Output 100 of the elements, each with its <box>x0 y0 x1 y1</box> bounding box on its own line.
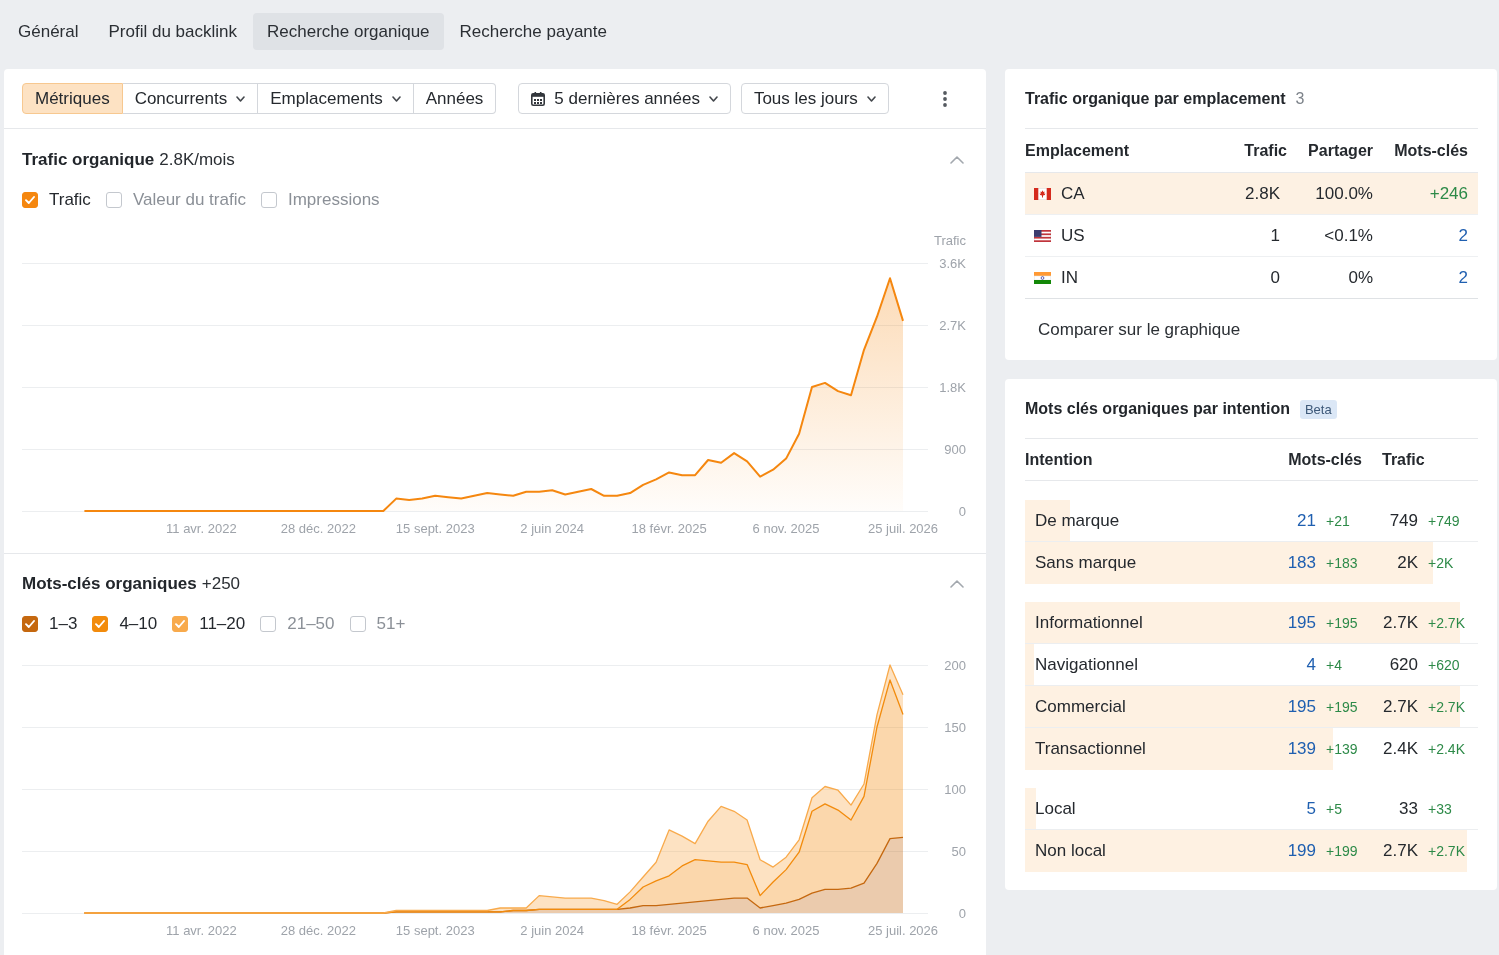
change-value: +195 <box>1325 614 1359 631</box>
axis-tick-label: 3.6K <box>939 255 966 271</box>
dropdown-button[interactable]: Concurrents <box>122 83 259 114</box>
beta-badge: Beta <box>1299 399 1337 419</box>
calendar-icon <box>531 91 546 106</box>
chevron-down-icon <box>236 95 246 102</box>
change-value: +2.7K <box>1427 698 1466 715</box>
table-cell-text: 1 <box>1269 225 1281 246</box>
checkbox[interactable] <box>22 616 38 632</box>
axis-tick-label: 15 sept. 2023 <box>395 521 475 536</box>
table-cell-text: Commercial <box>1035 696 1127 717</box>
checkbox[interactable] <box>22 192 38 208</box>
section-title: Trafic organique <box>22 150 155 170</box>
check-icon <box>25 620 35 628</box>
segment-button[interactable]: Métriques <box>22 83 123 114</box>
keyword-count-link[interactable]: 2 <box>1373 225 1468 246</box>
nav-tab[interactable]: Recherche payante <box>445 13 621 50</box>
column-header: Trafic <box>1243 141 1287 160</box>
axis-tick-label: 28 déc. 2022 <box>280 521 356 536</box>
change-value: +2.7K <box>1427 614 1466 631</box>
change-value: +183 <box>1325 555 1359 571</box>
change-value: +4 <box>1325 656 1343 673</box>
keyword-count-link[interactable]: 21 <box>1256 510 1316 531</box>
checkbox-label[interactable]: 4–10 <box>119 614 158 634</box>
checkbox[interactable] <box>105 192 122 208</box>
nav-tab[interactable]: Profil du backlink <box>94 13 251 50</box>
keyword-count-link[interactable]: 183 <box>1256 553 1316 573</box>
table-cell-text: Local <box>1035 798 1077 819</box>
column-header: Mots-clés <box>1287 450 1363 469</box>
chevron-down-icon <box>866 95 876 102</box>
checkbox-label[interactable]: 1–3 <box>49 614 78 634</box>
column-header: Trafic <box>1381 450 1426 469</box>
axis-tick-label: 0 <box>958 905 966 921</box>
checkbox[interactable] <box>172 616 189 632</box>
axis-tick-label: 18 févr. 2025 <box>631 521 707 536</box>
axis-tick-label: 28 déc. 2022 <box>280 923 356 938</box>
chevron-down-icon <box>391 95 401 102</box>
table-cell-text: 2.7K <box>1382 612 1418 633</box>
section-title: Mots-clés organiques <box>22 574 197 594</box>
checkbox[interactable] <box>92 616 109 632</box>
table-cell-text: 2.4K <box>1382 739 1418 759</box>
canada-flag-icon <box>1034 187 1051 200</box>
table-cell-text: <0.1% <box>1323 225 1373 246</box>
table-cell-text: 2K <box>1396 553 1418 573</box>
axis-tick-label: 15 sept. 2023 <box>395 923 475 938</box>
table-row[interactable]: CA 2.8K 100.0% +246 <box>1025 173 1478 215</box>
nav-tab[interactable]: Général <box>4 13 93 50</box>
checkbox[interactable] <box>349 616 366 632</box>
axis-tick-label: 25 juil. 2026 <box>867 521 939 536</box>
compare-button[interactable]: Comparer sur le graphique <box>1025 315 1254 345</box>
axis-tick-label: 0 <box>958 503 966 519</box>
axis-tick-label: 11 avr. 2022 <box>166 923 237 938</box>
table-row[interactable]: US 1 <0.1% 2 <box>1025 215 1478 257</box>
axis-tick-label: 18 févr. 2025 <box>631 923 707 938</box>
dropdown-button[interactable]: 5 dernières années <box>518 83 731 114</box>
keyword-count-link[interactable]: 195 <box>1256 612 1316 633</box>
table-row[interactable]: IN 0 0% 2 <box>1025 257 1478 299</box>
change-value: +620 <box>1427 656 1461 673</box>
table-cell-text: 33 <box>1398 798 1418 819</box>
table-cell: IN <box>1061 267 1078 288</box>
axis-tick-label: 25 juil. 2026 <box>867 923 939 938</box>
table-cell-text: 100.0% <box>1314 183 1373 204</box>
dropdown-button[interactable]: Tous les jours <box>740 83 889 114</box>
table-cell-text: Navigationnel <box>1035 654 1139 675</box>
table-cell-text: 620 <box>1388 654 1418 675</box>
change-value: +246 <box>1428 183 1468 204</box>
check-icon <box>95 620 106 628</box>
nav-tab[interactable]: Recherche organique <box>253 13 444 50</box>
chevron-up-icon[interactable] <box>950 156 964 164</box>
india-flag-icon <box>1034 271 1051 284</box>
column-header: Mots-clés <box>1393 141 1468 160</box>
axis-tick-label: 100 <box>944 781 966 797</box>
keyword-count-link[interactable]: 4 <box>1256 654 1316 675</box>
checkbox[interactable] <box>260 616 277 632</box>
keyword-count-link[interactable]: 195 <box>1256 696 1316 717</box>
axis-tick-label: 6 nov. 2025 <box>752 521 820 536</box>
change-value: +2K <box>1427 555 1455 571</box>
checkbox-label[interactable]: 11–20 <box>199 614 246 634</box>
checkbox[interactable] <box>260 192 277 208</box>
table-cell-text: 0 <box>1269 267 1281 288</box>
table-cell-text: 2.7K <box>1382 696 1418 717</box>
column-header: Partager <box>1307 141 1373 160</box>
column-header: Intention <box>1025 450 1094 469</box>
keyword-count-link[interactable]: 199 <box>1256 841 1316 861</box>
panel-title: Trafic organique par emplacement <box>1025 90 1286 108</box>
dropdown-button[interactable]: Emplacements <box>258 83 414 114</box>
change-value: +195 <box>1325 698 1359 715</box>
axis-tick-label: 200 <box>944 657 966 673</box>
segment-button[interactable]: Années <box>413 83 497 114</box>
keyword-count-link[interactable]: 139 <box>1256 739 1316 759</box>
keyword-count-link[interactable]: 2 <box>1373 267 1468 288</box>
chevron-down-icon <box>708 95 718 102</box>
chevron-up-icon[interactable] <box>950 580 964 588</box>
more-icon[interactable] <box>943 90 947 107</box>
axis-title: Trafic <box>933 233 966 248</box>
table-cell-text: De marque <box>1035 510 1121 531</box>
axis-tick-label: 50 <box>951 843 966 859</box>
keyword-count-link[interactable]: 5 <box>1256 798 1316 819</box>
checkbox-label[interactable]: Trafic <box>49 190 91 210</box>
axis-tick-label: 900 <box>944 441 966 457</box>
